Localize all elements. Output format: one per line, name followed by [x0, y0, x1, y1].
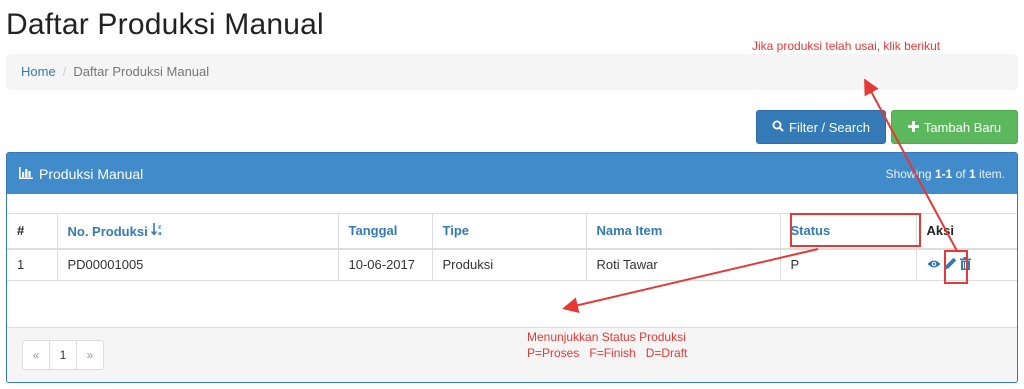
- annotation-arrow-to-status-note: [562, 248, 819, 314]
- annotation-arrows: [562, 78, 958, 314]
- annotation-arrow-to-note: [864, 78, 958, 252]
